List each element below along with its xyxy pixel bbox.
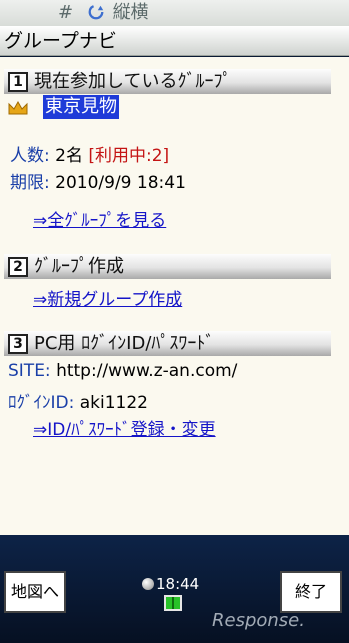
view-all-groups-link[interactable]: ⇒全ｸﾞﾙｰﾌﾟを見る: [33, 206, 166, 231]
members-row: 人数: 2名 [利用中:2]: [10, 141, 169, 166]
new-group-link[interactable]: ⇒新規グループ作成: [33, 285, 182, 310]
main-content: 1 現在参加しているｸﾞﾙｰﾌﾟ 東京見物 人数: 2名 [利用中:2] 期限: …: [0, 57, 349, 535]
section-pc-login-title: PC用 ﾛｸﾞｲﾝID/ﾊﾟｽﾜｰﾄﾞ: [34, 333, 215, 354]
site-url: http://www.z-an.com/: [56, 361, 238, 381]
login-id-row: ﾛｸﾞｲﾝID: aki1122: [8, 388, 148, 413]
site-row: SITE: http://www.z-an.com/: [8, 361, 237, 381]
clock: 18:44: [142, 575, 199, 593]
status-symbol: #: [58, 2, 74, 23]
expiry-row: 期限: 2010/9/9 18:41: [10, 168, 186, 193]
clock-ball-icon: [142, 578, 154, 590]
site-label: SITE:: [8, 361, 51, 381]
section-create-group-header: 2 ｸﾞﾙｰﾌﾟ作成: [4, 254, 331, 279]
members-value: 2名: [55, 146, 83, 166]
section-create-group-title: ｸﾞﾙｰﾌﾟ作成: [34, 256, 124, 277]
clock-time: 18:44: [156, 575, 200, 593]
battery-icon: [164, 595, 182, 611]
section-current-groups-header: 1 現在参加しているｸﾞﾙｰﾌﾟ: [4, 69, 331, 94]
section-pc-login-header: 3 PC用 ﾛｸﾞｲﾝID/ﾊﾟｽﾜｰﾄﾞ: [4, 331, 331, 356]
group-name-link[interactable]: 東京見物: [43, 95, 119, 119]
login-id-value: aki1122: [79, 393, 148, 413]
login-id-label: ﾛｸﾞｲﾝID:: [8, 393, 75, 413]
expiry-label: 期限:: [10, 173, 50, 193]
orientation-label: 縦横: [112, 2, 149, 23]
expiry-value: 2010/9/9 18:41: [55, 173, 186, 193]
status-bar: # 縦横: [0, 0, 349, 26]
crown-icon: [8, 100, 28, 115]
id-password-register-link[interactable]: ⇒ID/ﾊﾟｽﾜｰﾄﾞ登録・変更: [33, 415, 216, 440]
page-title: グループナビ: [0, 26, 349, 56]
exit-button[interactable]: 終了: [280, 571, 342, 613]
members-label: 人数:: [10, 146, 50, 166]
section-current-groups-title: 現在参加しているｸﾞﾙｰﾌﾟ: [34, 71, 232, 92]
rotate-icon: [88, 4, 104, 20]
section-number-2: 2: [8, 257, 28, 277]
usage-status: [利用中:2]: [88, 146, 170, 166]
section-number-1: 1: [8, 72, 28, 92]
section-number-3: 3: [8, 334, 28, 354]
map-button[interactable]: 地図へ: [4, 571, 66, 613]
watermark: Response.: [212, 610, 305, 631]
